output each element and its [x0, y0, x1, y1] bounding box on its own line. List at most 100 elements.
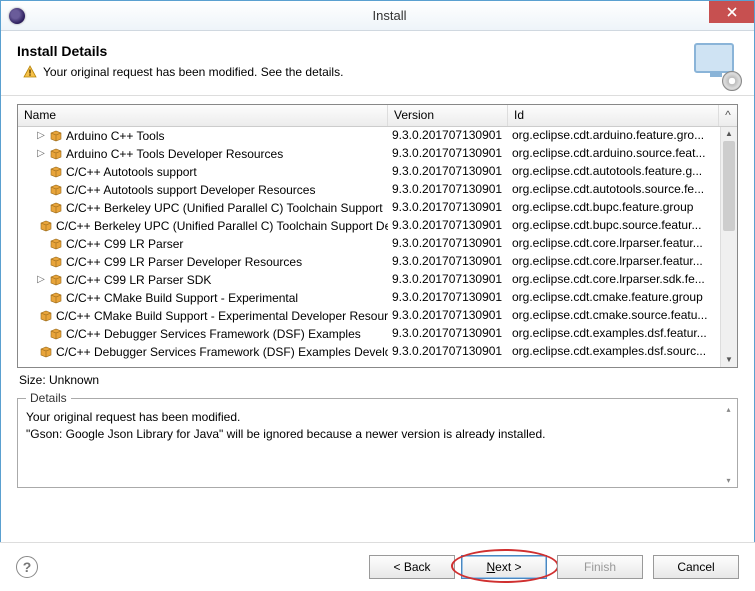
- help-icon[interactable]: ?: [16, 556, 38, 578]
- row-name: C/C++ C99 LR Parser Developer Resources: [66, 255, 302, 269]
- row-version: 9.3.0.201707130901: [388, 307, 508, 325]
- scroll-thumb[interactable]: [723, 141, 735, 231]
- row-id: org.eclipse.cdt.bupc.feature.group: [508, 199, 719, 217]
- table-row[interactable]: C/C++ C99 LR Parser 9.3.0.201707130901org…: [18, 235, 737, 253]
- row-version: 9.3.0.201707130901: [388, 217, 508, 235]
- package-icon: [49, 237, 63, 251]
- row-id: org.eclipse.cdt.core.lrparser.sdk.fe...: [508, 271, 719, 289]
- package-icon: [49, 327, 63, 341]
- table-row[interactable]: C/C++ Autotools support Developer Resour…: [18, 181, 737, 199]
- table-row[interactable]: C/C++ CMake Build Support - Experimental…: [18, 307, 737, 325]
- row-version: 9.3.0.201707130901: [388, 253, 508, 271]
- install-table: Name Version Id ^ ▷ Arduino C++ Tools 9.3.…: [17, 104, 738, 368]
- col-version[interactable]: Version: [388, 105, 508, 126]
- scroll-down-icon[interactable]: ▾: [720, 476, 737, 485]
- expand-icon[interactable]: ▷: [36, 149, 46, 159]
- package-icon: [49, 255, 63, 269]
- row-id: org.eclipse.cdt.autotools.feature.g...: [508, 163, 719, 181]
- row-id: org.eclipse.cdt.cmake.feature.group: [508, 289, 719, 307]
- row-name: Arduino C++ Tools: [66, 129, 165, 143]
- col-name[interactable]: Name: [18, 105, 388, 126]
- row-version: 9.3.0.201707130901: [388, 145, 508, 163]
- details-group: Details Your original request has been m…: [17, 398, 738, 488]
- header: Install Details Your original request ha…: [1, 31, 754, 96]
- size-label: Size: Unknown: [17, 368, 738, 392]
- row-name: C/C++ Berkeley UPC (Unified Parallel C) …: [56, 219, 388, 233]
- package-icon: [39, 219, 53, 233]
- close-button[interactable]: [709, 1, 754, 23]
- row-name: C/C++ CMake Build Support - Experimental: [66, 291, 298, 305]
- package-icon: [49, 291, 63, 305]
- table-row[interactable]: C/C++ CMake Build Support - Experimental…: [18, 289, 737, 307]
- package-icon: [39, 345, 53, 359]
- package-icon: [49, 147, 63, 161]
- titlebar: Install: [1, 1, 754, 31]
- row-name: Arduino C++ Tools Developer Resources: [66, 147, 283, 161]
- scroll-down-icon[interactable]: ▼: [721, 353, 737, 367]
- row-version: 9.3.0.201707130901: [388, 163, 508, 181]
- install-banner-icon: [694, 43, 738, 87]
- details-label: Details: [26, 391, 71, 405]
- footer: ? < Back Next > Finish Cancel: [0, 542, 755, 591]
- table-row[interactable]: ▷C/C++ C99 LR Parser SDK9.3.0.2017071309…: [18, 271, 737, 289]
- row-id: org.eclipse.cdt.autotools.source.fe...: [508, 181, 719, 199]
- package-icon: [49, 201, 63, 215]
- row-name: C/C++ Debugger Services Framework (DSF) …: [66, 327, 361, 341]
- table-row[interactable]: ▷ Arduino C++ Tools 9.3.0.201707130901org.…: [18, 127, 737, 145]
- row-version: 9.3.0.201707130901: [388, 199, 508, 217]
- row-id: org.eclipse.cdt.examples.dsf.featur...: [508, 325, 719, 343]
- cancel-button[interactable]: Cancel: [653, 555, 739, 579]
- table-row[interactable]: C/C++ Berkeley UPC (Unified Parallel C) …: [18, 199, 737, 217]
- table-row[interactable]: ▷ Arduino C++ Tools Developer Resources 9.…: [18, 145, 737, 163]
- row-version: 9.3.0.201707130901: [388, 289, 508, 307]
- row-name: C/C++ C99 LR Parser: [66, 237, 183, 251]
- header-message: Your original request has been modified.…: [43, 65, 343, 79]
- expand-icon[interactable]: ▷: [36, 131, 46, 141]
- next-button[interactable]: Next >: [461, 555, 547, 579]
- table-scrollbar[interactable]: ▲ ▼: [720, 127, 737, 367]
- row-id: org.eclipse.cdt.arduino.source.feat...: [508, 145, 719, 163]
- table-row[interactable]: C/C++ Debugger Services Framework (DSF) …: [18, 343, 737, 361]
- table-row[interactable]: C/C++ C99 LR Parser Developer Resources 9…: [18, 253, 737, 271]
- table-row[interactable]: C/C++ Debugger Services Framework (DSF) …: [18, 325, 737, 343]
- expand-icon[interactable]: ▷: [36, 275, 46, 285]
- package-icon: [49, 165, 63, 179]
- row-id: org.eclipse.cdt.core.lrparser.featur...: [508, 253, 719, 271]
- row-id: org.eclipse.cdt.cmake.source.featu...: [508, 307, 719, 325]
- row-name: C/C++ Autotools support: [66, 165, 197, 179]
- table-row[interactable]: C/C++ Berkeley UPC (Unified Parallel C) …: [18, 217, 737, 235]
- details-line: Your original request has been modified.: [26, 409, 729, 426]
- package-icon: [49, 129, 63, 143]
- finish-button: Finish: [557, 555, 643, 579]
- row-version: 9.3.0.201707130901: [388, 235, 508, 253]
- back-button[interactable]: < Back: [369, 555, 455, 579]
- col-id[interactable]: Id: [508, 105, 719, 126]
- row-name: C/C++ CMake Build Support - Experimental…: [56, 309, 388, 323]
- details-scrollbar[interactable]: ▴ ▾: [720, 405, 737, 485]
- row-name: C/C++ Debugger Services Framework (DSF) …: [56, 345, 388, 359]
- row-name: C/C++ Berkeley UPC (Unified Parallel C) …: [66, 201, 383, 215]
- table-row[interactable]: C/C++ Autotools support 9.3.0.20170713090…: [18, 163, 737, 181]
- row-id: org.eclipse.cdt.examples.dsf.sourc...: [508, 343, 719, 361]
- row-id: org.eclipse.cdt.bupc.source.featur...: [508, 217, 719, 235]
- row-id: org.eclipse.cdt.core.lrparser.featur...: [508, 235, 719, 253]
- row-version: 9.3.0.201707130901: [388, 271, 508, 289]
- package-icon: [39, 309, 53, 323]
- scroll-up-icon[interactable]: ▲: [721, 127, 737, 141]
- table-header: Name Version Id ^: [18, 105, 737, 127]
- row-version: 9.3.0.201707130901: [388, 127, 508, 145]
- row-version: 9.3.0.201707130901: [388, 343, 508, 361]
- page-title: Install Details: [17, 43, 694, 59]
- row-version: 9.3.0.201707130901: [388, 181, 508, 199]
- details-line: "Gson: Google Json Library for Java" wil…: [26, 426, 729, 443]
- package-icon: [49, 273, 63, 287]
- scroll-up-icon[interactable]: ▴: [720, 405, 737, 414]
- window-title: Install: [25, 8, 754, 23]
- eclipse-icon: [9, 8, 25, 24]
- row-id: org.eclipse.cdt.arduino.feature.gro...: [508, 127, 719, 145]
- col-scroll-hint: ^: [719, 105, 737, 126]
- row-name: C/C++ Autotools support Developer Resour…: [66, 183, 315, 197]
- package-icon: [49, 183, 63, 197]
- row-version: 9.3.0.201707130901: [388, 325, 508, 343]
- warning-icon: [23, 65, 37, 79]
